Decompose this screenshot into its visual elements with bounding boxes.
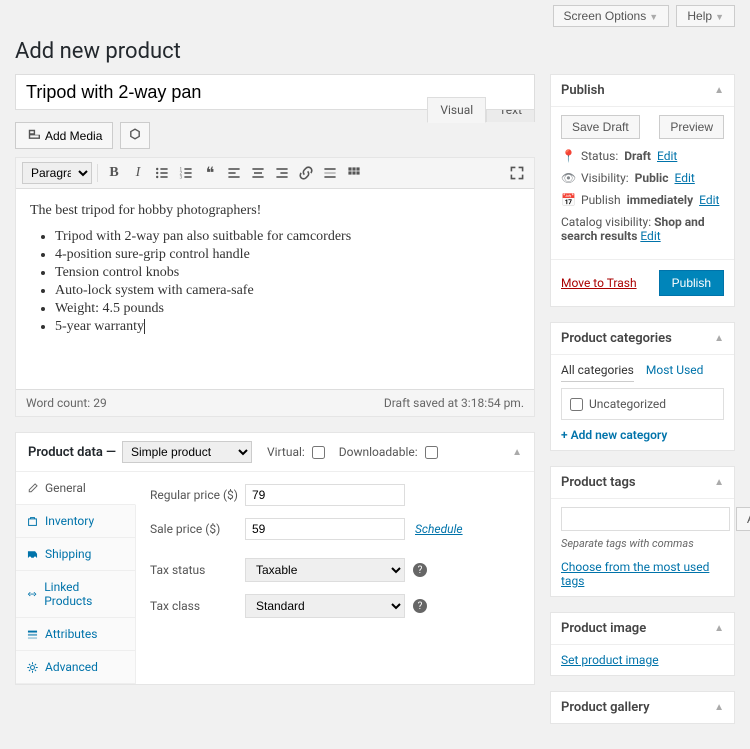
editor-bullet: Weight: 4.5 pounds (55, 301, 520, 317)
help-icon[interactable]: ? (413, 599, 427, 613)
editor-bullet: 4-position sure-grip control handle (55, 247, 520, 263)
virtual-checkbox[interactable] (312, 446, 325, 459)
editor-paragraph: The best tripod for hobby photographers! (30, 203, 520, 219)
align-right-button[interactable] (271, 162, 293, 184)
pin-icon: 📍 (561, 149, 575, 163)
collapse-icon[interactable]: ▲ (714, 333, 724, 344)
product-type-select[interactable]: Simple product (122, 441, 252, 463)
calendar-icon: 📅 (561, 193, 575, 207)
pd-tab-advanced[interactable]: Advanced (16, 651, 135, 684)
add-tag-button[interactable]: Add (736, 507, 750, 531)
screen-options-button[interactable]: Screen Options▼ (553, 5, 670, 27)
collapse-icon[interactable]: ▲ (512, 447, 522, 458)
bold-button[interactable]: B (103, 162, 125, 184)
svg-text:3: 3 (180, 176, 183, 181)
tag-input[interactable] (561, 507, 730, 531)
help-button[interactable]: Help▼ (676, 5, 735, 27)
tax-class-label: Tax class (150, 599, 245, 613)
category-uncategorized[interactable]: Uncategorized (570, 397, 715, 411)
draft-saved-status: Draft saved at 3:18:54 pm. (384, 396, 524, 410)
editor-bullet: 5-year warranty (55, 319, 520, 335)
eye-icon: 👁 (561, 171, 575, 185)
help-icon[interactable]: ? (413, 563, 427, 577)
edit-visibility-link[interactable]: Edit (674, 171, 694, 185)
choose-tags-link[interactable]: Choose from the most used tags (561, 560, 709, 588)
sale-price-label: Sale price ($) (150, 522, 245, 536)
collapse-icon[interactable]: ▲ (714, 477, 724, 488)
edit-publish-link[interactable]: Edit (699, 193, 719, 207)
add-media-button[interactable]: Add Media (15, 122, 113, 149)
regular-price-input[interactable] (245, 484, 405, 506)
collapse-icon[interactable]: ▲ (714, 85, 724, 96)
tax-status-select[interactable]: Taxable (245, 558, 405, 582)
pd-tab-shipping[interactable]: Shipping (16, 538, 135, 571)
product-gallery-box-title: Product gallery (561, 700, 650, 715)
quote-button[interactable]: ❝ (199, 162, 221, 184)
sale-price-input[interactable] (245, 518, 405, 540)
save-draft-button[interactable]: Save Draft (561, 115, 640, 139)
collapse-icon[interactable]: ▲ (714, 702, 724, 713)
product-image-box-title: Product image (561, 621, 646, 636)
tab-icon (26, 482, 39, 495)
product-data-label: Product data — (28, 445, 116, 460)
edit-catalog-link[interactable]: Edit (640, 229, 660, 243)
edit-status-link[interactable]: Edit (657, 149, 677, 163)
add-new-category-link[interactable]: + Add new category (561, 428, 667, 442)
tab-all-categories[interactable]: All categories (561, 363, 634, 382)
align-center-button[interactable] (247, 162, 269, 184)
format-select[interactable]: Paragraph (22, 162, 92, 184)
tag-hint: Separate tags with commas (561, 537, 724, 550)
fullscreen-button[interactable] (506, 162, 528, 184)
editor-bullet: Tripod with 2-way pan also suitbable for… (55, 229, 520, 245)
tab-most-used[interactable]: Most Used (646, 363, 704, 382)
editor-bullet: Auto-lock system with camera-safe (55, 283, 520, 299)
pd-tab-attributes[interactable]: Attributes (16, 618, 135, 651)
collapse-icon[interactable]: ▲ (714, 623, 724, 634)
link-button[interactable] (295, 162, 317, 184)
tab-icon (26, 661, 39, 674)
word-count: Word count: 29 (26, 396, 107, 410)
tags-box-title: Product tags (561, 475, 636, 490)
align-left-button[interactable] (223, 162, 245, 184)
tab-icon (26, 548, 39, 561)
tab-visual[interactable]: Visual (427, 97, 486, 123)
toolbar-toggle-button[interactable] (343, 162, 365, 184)
tax-class-select[interactable]: Standard (245, 594, 405, 618)
bullet-list-button[interactable] (151, 162, 173, 184)
editor-content[interactable]: The best tripod for hobby photographers!… (16, 189, 534, 389)
italic-button[interactable]: I (127, 162, 149, 184)
publish-button[interactable]: Publish (659, 270, 724, 296)
tab-icon (26, 628, 39, 641)
editor-toolbar: Paragraph B I 123 ❝ (16, 158, 534, 189)
tab-icon (26, 515, 39, 528)
page-title: Add new product (15, 39, 735, 64)
regular-price-label: Regular price ($) (150, 488, 245, 502)
number-list-button[interactable]: 123 (175, 162, 197, 184)
preview-button[interactable]: Preview (659, 115, 724, 139)
media-secondary-button[interactable] (120, 122, 150, 149)
downloadable-checkbox[interactable] (425, 446, 438, 459)
pd-tab-general[interactable]: General (16, 472, 136, 505)
pd-tab-linked-products[interactable]: Linked Products (16, 571, 135, 618)
cube-icon (128, 127, 142, 144)
more-button[interactable] (319, 162, 341, 184)
categories-box-title: Product categories (561, 331, 672, 346)
schedule-link[interactable]: Schedule (415, 522, 463, 536)
pd-tab-inventory[interactable]: Inventory (16, 505, 135, 538)
tax-status-label: Tax status (150, 563, 245, 577)
editor-bullet: Tension control knobs (55, 265, 520, 281)
set-product-image-link[interactable]: Set product image (561, 653, 659, 667)
tab-icon (26, 588, 38, 601)
publish-box-title: Publish (561, 83, 605, 98)
media-icon (26, 127, 40, 144)
move-to-trash-link[interactable]: Move to Trash (561, 276, 637, 290)
